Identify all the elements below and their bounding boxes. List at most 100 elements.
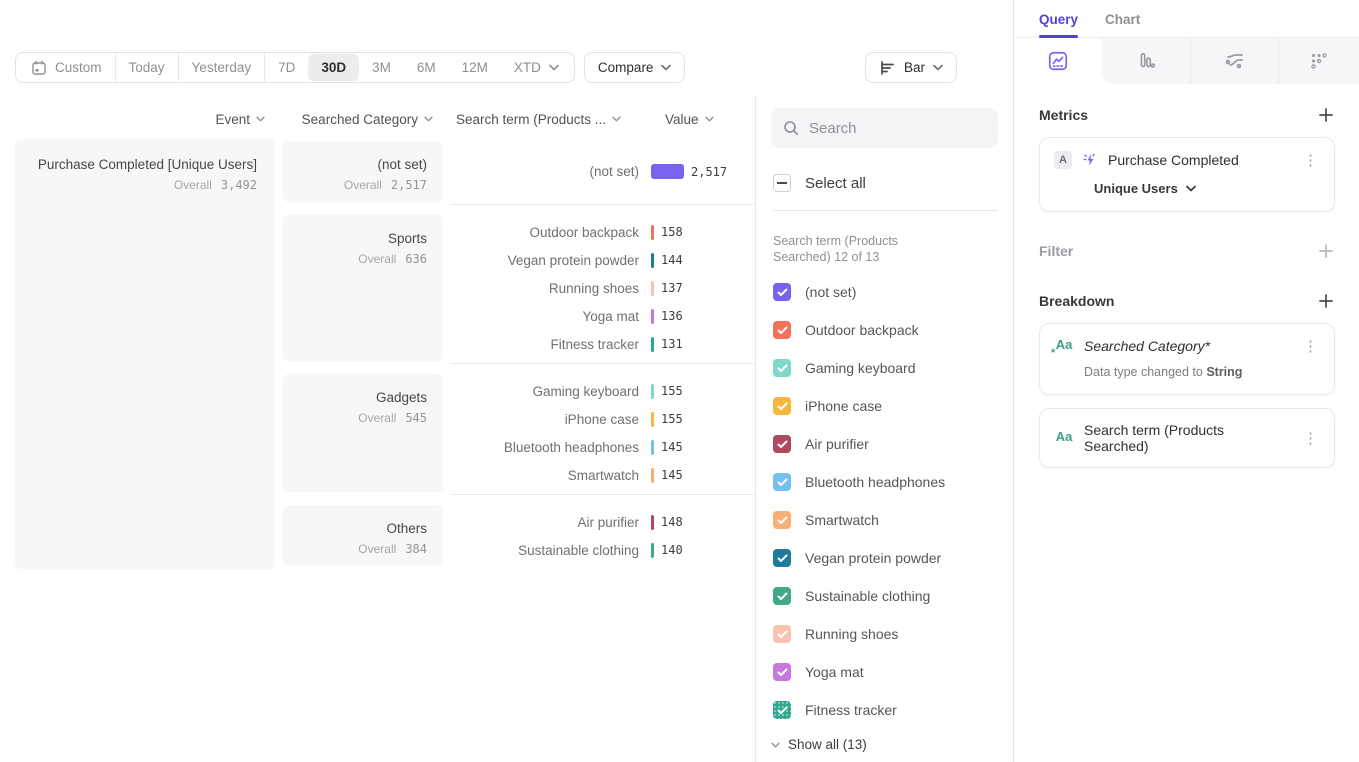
- select-all-label: Select all: [805, 175, 866, 192]
- breakdown-card-search-term[interactable]: Aa Search term (Products Searched) ⋮: [1039, 408, 1335, 468]
- checkbox-running-shoes[interactable]: [773, 625, 791, 643]
- column-header-category[interactable]: Searched Category: [283, 112, 443, 127]
- checkbox-iphone-case[interactable]: [773, 397, 791, 415]
- category-card[interactable]: SportsOverall636: [283, 215, 443, 361]
- checkbox-vegan-protein-powder[interactable]: [773, 549, 791, 567]
- range-7d[interactable]: 7D: [265, 54, 308, 81]
- calendar-icon: [31, 60, 47, 76]
- bar-row-sustainable-clothing[interactable]: Sustainable clothing140: [451, 536, 755, 564]
- legend-search[interactable]: [771, 108, 998, 148]
- bar-row-not-set[interactable]: (not set)2,517: [451, 158, 755, 186]
- add-metric-button[interactable]: [1317, 106, 1335, 124]
- checkbox-bluetooth-headphones[interactable]: [773, 473, 791, 491]
- category-card[interactable]: GadgetsOverall545: [283, 374, 443, 492]
- bar-row-bluetooth-headphones[interactable]: Bluetooth headphones145: [451, 433, 755, 461]
- breakdown-options-kebab-icon[interactable]: ⋮: [1301, 339, 1320, 354]
- legend-item-iphone-case[interactable]: iPhone case: [773, 387, 998, 425]
- legend-item-fitness-tracker[interactable]: Fitness tracker: [773, 691, 998, 729]
- insights-line-chart-tab[interactable]: [1014, 38, 1102, 84]
- retention-tab[interactable]: [1278, 38, 1359, 84]
- tab-query[interactable]: Query: [1039, 12, 1078, 37]
- value-bar[interactable]: [651, 337, 654, 352]
- category-name: (not set): [295, 157, 427, 172]
- bar-row-air-purifier[interactable]: Air purifier148: [451, 508, 755, 536]
- column-header-term[interactable]: Search term (Products ...: [451, 112, 651, 127]
- checkbox-outdoor-backpack[interactable]: [773, 321, 791, 339]
- bar-row-fitness-tracker[interactable]: Fitness tracker131: [451, 330, 755, 358]
- breakdown-options-kebab-icon[interactable]: ⋮: [1301, 431, 1320, 446]
- category-card[interactable]: (not set)Overall2,517: [283, 141, 443, 202]
- legend-item-outdoor-backpack[interactable]: Outdoor backpack: [773, 311, 998, 349]
- legend-item-not-set[interactable]: (not set): [773, 273, 998, 311]
- range-today[interactable]: Today: [116, 54, 178, 81]
- value-bar[interactable]: [651, 309, 654, 324]
- overall-label: Overall: [358, 542, 396, 556]
- value-bar[interactable]: [651, 412, 654, 427]
- legend-item-smartwatch[interactable]: Smartwatch: [773, 501, 998, 539]
- metric-options-kebab-icon[interactable]: ⋮: [1301, 153, 1320, 168]
- breakdown-card-searched-category[interactable]: Aa* Searched Category* ⋮ Data type chang…: [1039, 323, 1335, 395]
- value-bar[interactable]: [651, 164, 684, 179]
- query-panel: Query Chart: [1013, 0, 1359, 762]
- bar-row-running-shoes[interactable]: Running shoes137: [451, 274, 755, 302]
- range-yesterday[interactable]: Yesterday: [179, 54, 265, 81]
- range-12m[interactable]: 12M: [449, 54, 501, 81]
- funnels-tab[interactable]: [1102, 38, 1190, 84]
- bar-row-iphone-case[interactable]: iPhone case155: [451, 405, 755, 433]
- category-card[interactable]: OthersOverall384: [283, 505, 443, 566]
- checkbox-sustainable-clothing[interactable]: [773, 587, 791, 605]
- bar-row-vegan-protein-powder[interactable]: Vegan protein powder144: [451, 246, 755, 274]
- value-bar[interactable]: [651, 543, 654, 558]
- bar-row-outdoor-backpack[interactable]: Outdoor backpack158: [451, 218, 755, 246]
- checkbox-not-set[interactable]: [773, 283, 791, 301]
- legend-item-sustainable-clothing[interactable]: Sustainable clothing: [773, 577, 998, 615]
- value-bar[interactable]: [651, 253, 654, 268]
- event-name: Purchase Completed [Unique Users]: [33, 157, 257, 172]
- select-all-row[interactable]: Select all: [773, 174, 998, 192]
- legend-item-bluetooth-headphones[interactable]: Bluetooth headphones: [773, 463, 998, 501]
- legend-item-gaming-keyboard[interactable]: Gaming keyboard: [773, 349, 998, 387]
- range-xtd[interactable]: XTD: [501, 54, 572, 81]
- range-30d[interactable]: 30D: [308, 54, 359, 81]
- add-filter-button[interactable]: [1317, 242, 1335, 260]
- measure-dropdown[interactable]: Unique Users: [1094, 181, 1320, 196]
- bar-row-gaming-keyboard[interactable]: Gaming keyboard155: [451, 377, 755, 405]
- range-custom[interactable]: Custom: [18, 54, 115, 81]
- checkbox-air-purifier[interactable]: [773, 435, 791, 453]
- legend-item-yoga-mat[interactable]: Yoga mat: [773, 653, 998, 691]
- bar-row-smartwatch[interactable]: Smartwatch145: [451, 461, 755, 489]
- value-bar[interactable]: [651, 440, 654, 455]
- compare-label: Compare: [598, 60, 654, 75]
- chevron-down-icon: [705, 116, 714, 122]
- metrics-heading: Metrics: [1039, 107, 1088, 123]
- event-overall-value: 3,492: [221, 178, 257, 192]
- value-bar[interactable]: [651, 515, 654, 530]
- event-card[interactable]: Purchase Completed [Unique Users] Overal…: [15, 139, 275, 569]
- checkbox-gaming-keyboard[interactable]: [773, 359, 791, 377]
- value-bar[interactable]: [651, 468, 654, 483]
- flows-tab[interactable]: [1190, 38, 1278, 84]
- select-all-checkbox[interactable]: [773, 174, 791, 192]
- value-bar[interactable]: [651, 384, 654, 399]
- column-header-event[interactable]: Event: [15, 112, 275, 127]
- checkbox-smartwatch[interactable]: [773, 511, 791, 529]
- category-name: Sports: [295, 231, 427, 246]
- show-all-button[interactable]: Show all (13): [771, 737, 998, 752]
- range-3m[interactable]: 3M: [359, 54, 404, 81]
- value-bar[interactable]: [651, 225, 654, 240]
- search-input[interactable]: [809, 120, 986, 137]
- value-bar[interactable]: [651, 281, 654, 296]
- add-breakdown-button[interactable]: [1317, 292, 1335, 310]
- chart-style-button[interactable]: Bar: [865, 52, 957, 83]
- checkbox-yoga-mat[interactable]: [773, 663, 791, 681]
- legend-item-air-purifier[interactable]: Air purifier: [773, 425, 998, 463]
- tab-chart[interactable]: Chart: [1105, 12, 1140, 37]
- range-6m[interactable]: 6M: [404, 54, 449, 81]
- metric-card[interactable]: A Purchase Completed ⋮ Unique Users: [1039, 137, 1335, 212]
- column-header-value[interactable]: Value: [651, 112, 755, 127]
- checkbox-fitness-tracker[interactable]: [773, 701, 791, 719]
- legend-item-vegan-protein-powder[interactable]: Vegan protein powder: [773, 539, 998, 577]
- bar-row-yoga-mat[interactable]: Yoga mat136: [451, 302, 755, 330]
- legend-item-running-shoes[interactable]: Running shoes: [773, 615, 998, 653]
- compare-button[interactable]: Compare: [584, 52, 686, 83]
